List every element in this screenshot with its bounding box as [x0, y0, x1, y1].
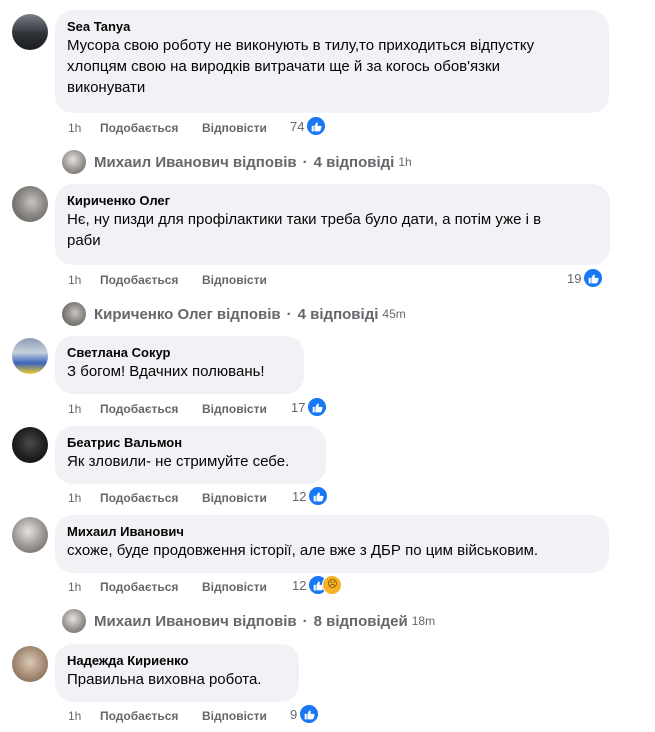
comment-author[interactable]: Беатрис Вальмон — [67, 434, 314, 451]
comment-text-line: виконувати — [67, 79, 146, 96]
reaction-summary[interactable]: 12 — [292, 486, 329, 506]
reply-count: 4 відповіді — [313, 153, 395, 171]
avatar[interactable] — [12, 186, 48, 222]
reply-button[interactable]: Відповісти — [202, 401, 267, 417]
like-icon — [306, 116, 327, 136]
comment-text-line: схоже, буде продовження історії, але вже… — [67, 542, 539, 559]
comment-bubble: Надежда Кириенко Правильна виховна робот… — [55, 644, 299, 702]
like-button[interactable]: Подобається — [100, 401, 178, 417]
like-icon — [308, 486, 329, 506]
reply-verb: відповів — [232, 153, 297, 171]
comment-author[interactable]: Светлана Сокур — [67, 344, 292, 361]
reaction-count: 74 — [290, 118, 305, 134]
comment-bubble: Светлана Сокур З богом! Вдачних полювань… — [55, 336, 304, 394]
reaction-summary[interactable]: 12 ☹ — [292, 575, 343, 595]
reaction-count: 19 — [567, 270, 582, 286]
like-icon — [307, 397, 328, 417]
reply-count: 4 відповіді — [297, 305, 379, 323]
reaction-count: 12 — [292, 488, 307, 504]
avatar[interactable] — [12, 338, 48, 374]
comment-text-line: Як зловили- не стримуйте себе. — [67, 453, 290, 470]
comment-time[interactable]: 1h — [68, 120, 81, 136]
view-replies-link[interactable]: Михаил Иванович відповів · 4 відповіді 1… — [62, 150, 412, 174]
like-button[interactable]: Подобається — [100, 490, 178, 506]
comment-time[interactable]: 1h — [68, 579, 81, 595]
like-button[interactable]: Подобається — [100, 120, 178, 136]
reply-button[interactable]: Відповісти — [202, 490, 267, 506]
reaction-count: 9 — [290, 706, 298, 722]
like-button[interactable]: Подобається — [100, 579, 178, 595]
reply-verb: відповів — [232, 612, 297, 630]
sad-icon: ☹ — [322, 575, 343, 595]
reaction-count: 12 — [292, 577, 307, 593]
like-button[interactable]: Подобається — [100, 272, 178, 288]
comment-bubble: Кириченко Олег Нє, ну пизди для профілак… — [55, 184, 610, 265]
comment-time[interactable]: 1h — [68, 708, 81, 724]
reaction-summary[interactable]: 17 — [291, 397, 328, 417]
comment-text-line: Правильна виховна робота. — [67, 671, 262, 688]
comment-bubble: Михаил Иванович схоже, буде продовження … — [55, 515, 609, 573]
comment-author[interactable]: Sea Tanya — [67, 18, 597, 35]
reply-time: 18m — [411, 614, 436, 628]
reply-button[interactable]: Відповісти — [202, 120, 267, 136]
reply-author: Михаил Иванович — [94, 153, 229, 171]
reply-time: 1h — [398, 155, 412, 169]
separator-dot: · — [302, 612, 308, 630]
comment-text-line: З богом! Вдачних полювань! — [67, 363, 265, 380]
view-replies-link[interactable]: Михаил Иванович відповів · 8 відповідей … — [62, 609, 435, 633]
reply-count: 8 відповідей — [313, 612, 408, 630]
comment-author[interactable]: Михаил Иванович — [67, 523, 597, 540]
like-icon — [299, 704, 320, 724]
reaction-summary[interactable]: 9 — [290, 704, 320, 724]
reply-avatar — [62, 609, 86, 633]
avatar[interactable] — [12, 427, 48, 463]
reply-verb: відповів — [216, 305, 281, 323]
reply-button[interactable]: Відповісти — [202, 579, 267, 595]
reply-avatar — [62, 150, 86, 174]
avatar[interactable] — [12, 646, 48, 682]
comment-author[interactable]: Надежда Кириенко — [67, 652, 287, 669]
like-button[interactable]: Подобається — [100, 708, 178, 724]
reply-time: 45m — [382, 307, 406, 321]
reaction-count: 17 — [291, 399, 306, 415]
reply-button[interactable]: Відповісти — [202, 272, 267, 288]
comment-bubble: Sea Tanya Мусора свою роботу не виконуют… — [55, 10, 609, 113]
comment-author[interactable]: Кириченко Олег — [67, 192, 598, 209]
comment-text-line: Мусора свою роботу не виконують в тилу,т… — [67, 37, 535, 54]
separator-dot: · — [302, 153, 308, 171]
like-icon — [583, 268, 604, 288]
reply-author: Михаил Иванович — [94, 612, 229, 630]
comment-text-line: хлопцям свою на виродків витрачати ще й … — [67, 58, 500, 75]
comment-text-line: Нє, ну пизди для профілактики таки треба… — [67, 211, 542, 228]
separator-dot: · — [286, 305, 292, 323]
comment-time[interactable]: 1h — [68, 401, 81, 417]
comment-time[interactable]: 1h — [68, 490, 81, 506]
reaction-summary[interactable]: 74 — [290, 116, 327, 136]
reaction-summary[interactable]: 19 — [567, 268, 604, 288]
comment-text-line: раби — [67, 232, 101, 249]
view-replies-link[interactable]: Кириченко Олег відповів · 4 відповіді 45… — [62, 302, 406, 326]
avatar[interactable] — [12, 14, 48, 50]
comment-time[interactable]: 1h — [68, 272, 81, 288]
reply-author: Кириченко Олег — [94, 305, 213, 323]
avatar[interactable] — [12, 517, 48, 553]
reply-button[interactable]: Відповісти — [202, 708, 267, 724]
reply-avatar — [62, 302, 86, 326]
comment-bubble: Беатрис Вальмон Як зловили- не стримуйте… — [55, 426, 326, 484]
